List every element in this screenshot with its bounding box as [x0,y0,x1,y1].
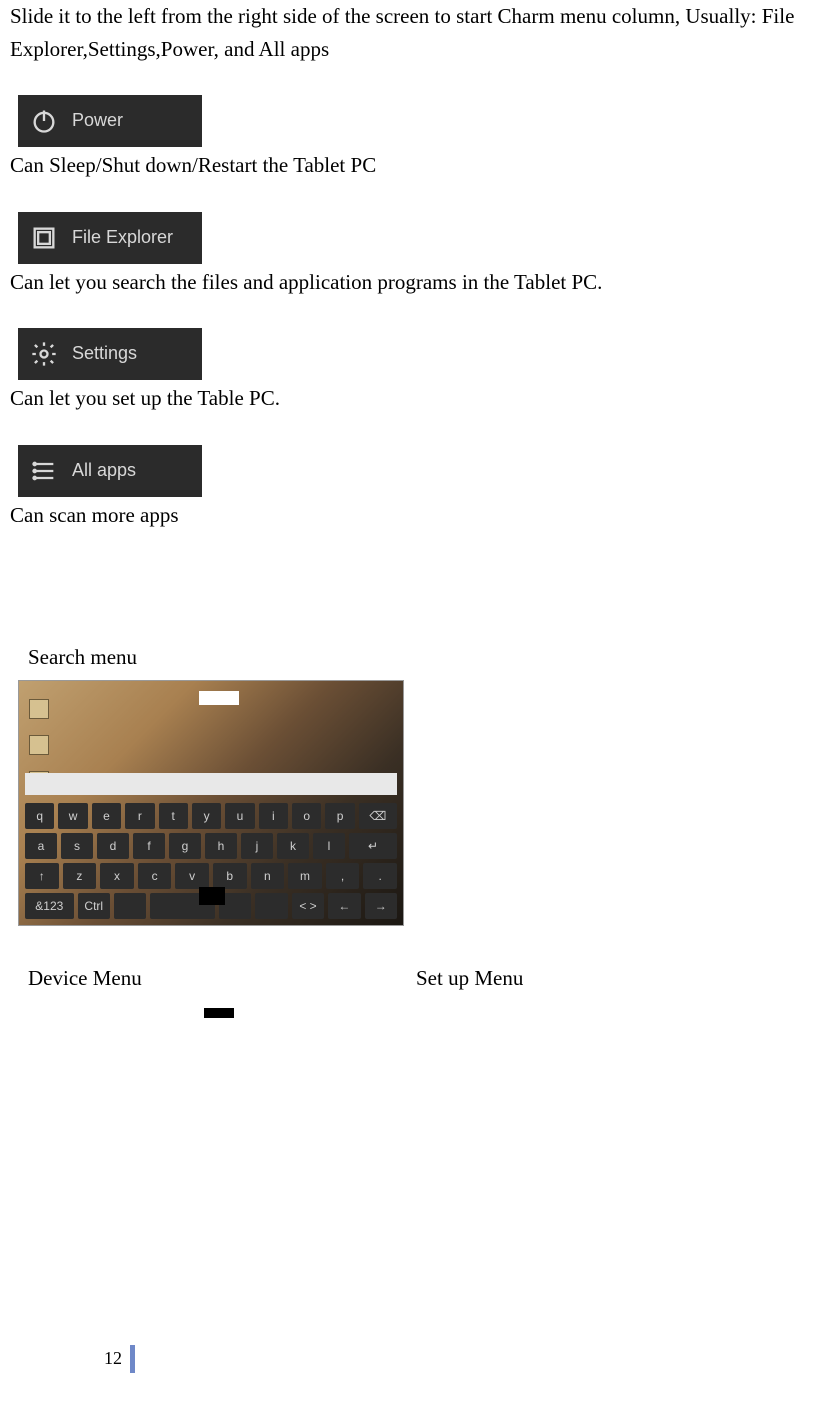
key-i[interactable]: i [259,803,288,829]
key-g[interactable]: g [169,833,201,859]
key-shift[interactable]: ↑ [25,863,59,889]
key-w[interactable]: w [58,803,87,829]
key-j[interactable]: j [241,833,273,859]
device-menu-bar [204,1008,234,1018]
file-explorer-tile: File Explorer [18,212,202,264]
screenshot-dark-block [199,887,225,905]
key-blank1[interactable] [114,893,146,919]
document-page: Slide it to the left from the right side… [0,0,817,1405]
device-menu-label: Device Menu [28,966,142,990]
key-t[interactable]: t [159,803,188,829]
key-enter[interactable]: ↵ [349,833,397,859]
search-menu-screenshot: q w e r t y u i o p ⌫ a s d f g h j k [18,680,404,926]
power-icon [30,107,58,135]
page-number-block: 12 [104,1345,135,1373]
charm-item-settings: Settings Can let you set up the Table PC… [18,328,807,415]
search-menu-label: Search menu [28,641,807,674]
charm-item-all-apps: All apps Can scan more apps [18,445,807,532]
key-blank3[interactable] [255,893,287,919]
settings-tile: Settings [18,328,202,380]
settings-desc: Can let you set up the Table PC. [10,382,807,415]
key-u[interactable]: u [225,803,254,829]
key-b[interactable]: b [213,863,247,889]
keyboard-row-1: q w e r t y u i o p ⌫ [25,803,397,829]
keyboard-row-2: a s d f g h j k l ↵ [25,833,397,859]
file-explorer-icon [30,224,58,252]
all-apps-desc: Can scan more apps [10,499,807,532]
key-m[interactable]: m [288,863,322,889]
desktop-icon [29,699,49,719]
key-e[interactable]: e [92,803,121,829]
lower-labels-row: Device Menu Set up Menu [28,962,807,1019]
key-p[interactable]: p [325,803,354,829]
key-d[interactable]: d [97,833,129,859]
power-tile: Power [18,95,202,147]
key-q[interactable]: q [25,803,54,829]
key-v[interactable]: v [175,863,209,889]
key-y[interactable]: y [192,803,221,829]
key-numsym[interactable]: &123 [25,893,74,919]
key-r[interactable]: r [125,803,154,829]
key-left[interactable]: ← [328,893,360,919]
key-comma[interactable]: , [326,863,360,889]
power-tile-label: Power [72,107,123,135]
key-angle[interactable]: < > [292,893,324,919]
power-desc: Can Sleep/Shut down/Restart the Tablet P… [10,149,807,182]
charm-item-file-explorer: File Explorer Can let you search the fil… [18,212,807,299]
all-apps-tile: All apps [18,445,202,497]
file-explorer-tile-label: File Explorer [72,224,173,252]
key-z[interactable]: z [63,863,97,889]
key-period[interactable]: . [363,863,397,889]
page-number-divider [130,1345,135,1373]
intro-paragraph: Slide it to the left from the right side… [10,0,807,65]
gear-icon [30,340,58,368]
key-f[interactable]: f [133,833,165,859]
key-n[interactable]: n [251,863,285,889]
key-right[interactable]: → [365,893,397,919]
key-a[interactable]: a [25,833,57,859]
key-x[interactable]: x [100,863,134,889]
charm-item-power: Power Can Sleep/Shut down/Restart the Ta… [18,95,807,182]
setup-menu-label: Set up Menu [416,966,523,990]
key-l[interactable]: l [313,833,345,859]
key-k[interactable]: k [277,833,309,859]
key-backspace[interactable]: ⌫ [359,803,397,829]
settings-tile-label: Settings [72,340,137,368]
key-h[interactable]: h [205,833,237,859]
keyboard-search-bar [25,773,397,795]
all-apps-tile-label: All apps [72,457,136,485]
keyboard-row-3: ↑ z x c v b n m , . [25,863,397,889]
key-s[interactable]: s [61,833,93,859]
page-number: 12 [104,1345,130,1373]
key-o[interactable]: o [292,803,321,829]
all-apps-icon [30,457,58,485]
key-ctrl[interactable]: Ctrl [78,893,110,919]
screenshot-white-block [199,691,239,705]
key-c[interactable]: c [138,863,172,889]
file-explorer-desc: Can let you search the files and applica… [10,266,807,299]
desktop-icon [29,735,49,755]
